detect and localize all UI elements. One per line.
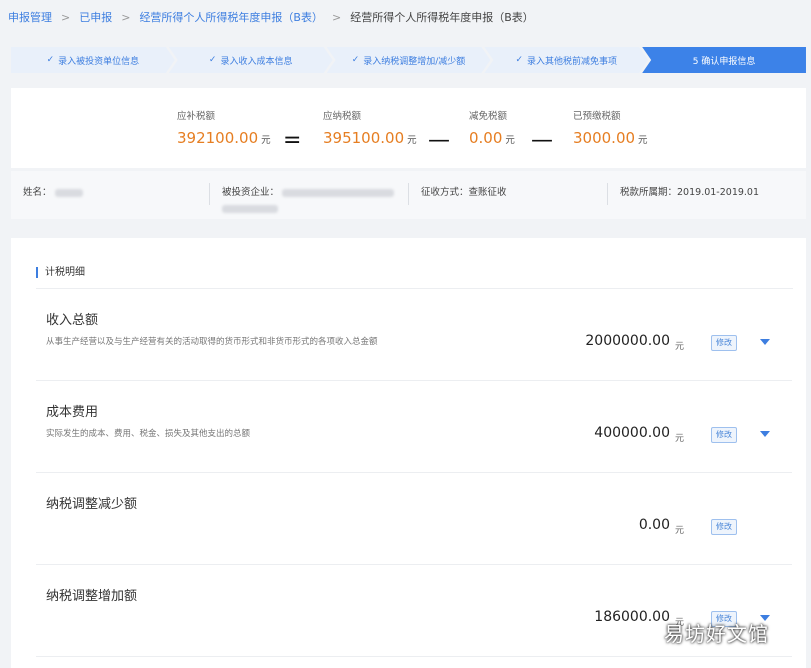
summary-tax-payable: 应纳税额 395100.00 元 <box>323 108 417 147</box>
step-label: 录入纳税调整增加/减少额 <box>363 56 466 67</box>
enterprise-label: 被投资企业： <box>222 187 280 198</box>
tax-detail-panel: 计税明细 收入总额 从事生产经营以及与生产经营有关的活动取得的货币形式和非货币形… <box>11 238 806 668</box>
step-label: 5 确认申报信息 <box>692 56 756 67</box>
breadcrumb-item-declared[interactable]: 已申报 <box>79 9 112 25</box>
taxpayer-name: 姓名： <box>23 184 83 198</box>
redacted-enterprise <box>282 188 395 197</box>
step-4-other-deductions[interactable]: ✓ 录入其他税前减免事项 <box>484 47 648 73</box>
row-unit: 元 <box>675 526 685 536</box>
detail-row-cost-expense: 成本费用 实际发生的成本、费用、税金、损失及其他支出的总额 400000.00 … <box>36 381 792 473</box>
redacted-name <box>54 188 83 197</box>
breadcrumb-separator: > <box>61 10 71 24</box>
row-title: 纳税调整减少额 <box>46 497 138 512</box>
period-label: 税款所属期： <box>620 187 678 198</box>
tax-summary-panel: 应补税额 392100.00 元 = 应纳税额 395100.00 元 — 减免税额… <box>11 88 806 168</box>
taxpayer-info-bar: 姓名： 被投资企业： 征收方式：查账征收 税款所属期：2019.01-2019.… <box>11 171 806 219</box>
edit-button[interactable]: 修改 <box>711 335 737 351</box>
summary-prepaid-tax: 已预缴税额 3000.00 元 <box>573 108 648 147</box>
step-5-confirm[interactable]: 5 确认申报信息 <box>642 47 806 73</box>
row-description: 实际发生的成本、费用、税金、损失及其他支出的总额 <box>46 429 251 439</box>
investee-enterprise: 被投资企业： <box>222 184 395 214</box>
collection-label: 征收方式： <box>421 187 469 198</box>
minus-operator: — <box>531 128 553 153</box>
detail-row-tax-adjustment-decrease: 纳税调整减少额 0.00 元 修改 <box>36 473 792 565</box>
summary-value: 395100.00 元 <box>323 129 417 147</box>
collection-value: 查账征收 <box>468 187 507 198</box>
row-title: 收入总额 <box>46 313 99 328</box>
step-label: 录入收入成本信息 <box>220 56 293 67</box>
tax-period: 税款所属期：2019.01-2019.01 <box>620 184 759 198</box>
step-label: 录入被投资单位信息 <box>58 56 140 67</box>
divider <box>607 183 608 205</box>
row-title: 纳税调整增加额 <box>46 589 138 604</box>
check-icon: ✓ <box>46 55 55 65</box>
redacted-enterprise <box>222 204 278 213</box>
row-amount: 400000.00 <box>594 425 670 441</box>
step-wizard: ✓ 录入被投资单位信息 ✓ 录入收入成本信息 ✓ 录入纳税调整增加/减少额 ✓ … <box>11 47 806 73</box>
breadcrumb-item-current: 经营所得个人所得税年度申报（B表） <box>350 11 534 24</box>
step-3-tax-adjustment[interactable]: ✓ 录入纳税调整增加/减少额 <box>327 47 491 73</box>
summary-tax-relief: 减免税额 0.00 元 <box>469 108 515 147</box>
step-2-income-cost[interactable]: ✓ 录入收入成本信息 <box>169 47 333 73</box>
breadcrumb-separator: > <box>121 10 131 24</box>
period-value: 2019.01-2019.01 <box>677 187 760 198</box>
equals-operator: = <box>283 128 302 153</box>
summary-value: 0.00 元 <box>469 129 515 147</box>
summary-label: 减免税额 <box>469 111 508 122</box>
row-amount: 0.00 <box>638 517 670 533</box>
check-icon: ✓ <box>515 55 524 65</box>
collection-method: 征收方式：查账征收 <box>421 184 507 198</box>
row-unit: 元 <box>675 342 685 352</box>
edit-button[interactable]: 修改 <box>711 427 737 443</box>
row-amount: 186000.00 <box>594 609 670 625</box>
row-amount: 2000000.00 <box>585 333 670 349</box>
check-icon: ✓ <box>351 55 360 65</box>
detail-row-total-income: 收入总额 从事生产经营以及与生产经营有关的活动取得的货币形式和非货币形式的各项收… <box>36 289 792 381</box>
summary-label: 已预缴税额 <box>573 111 621 122</box>
row-title: 成本费用 <box>46 405 99 420</box>
breadcrumb-separator: > <box>331 10 342 24</box>
minus-operator: — <box>428 128 450 153</box>
summary-value: 3000.00 元 <box>573 129 648 147</box>
chevron-down-icon[interactable] <box>760 339 770 345</box>
breadcrumb-item-declaration-management[interactable]: 申报管理 <box>8 9 52 25</box>
name-label: 姓名： <box>23 187 52 198</box>
watermark: 易坊好文馆 <box>664 622 769 646</box>
summary-value: 392100.00 元 <box>177 129 271 147</box>
step-1-investee-info[interactable]: ✓ 录入被投资单位信息 <box>11 47 175 73</box>
chevron-down-icon[interactable] <box>760 431 770 437</box>
divider <box>408 183 409 205</box>
breadcrumb: 申报管理 > 已申报 > 经营所得个人所得税年度申报（B表） > 经营所得个人所… <box>0 0 811 34</box>
section-title: 计税明细 <box>36 267 85 278</box>
row-description: 从事生产经营以及与生产经营有关的活动取得的货币形式和非货币形式的各项收入总金额 <box>46 337 378 347</box>
summary-label: 应纳税额 <box>323 111 362 122</box>
check-icon: ✓ <box>208 55 217 65</box>
row-unit: 元 <box>675 434 685 444</box>
divider <box>209 183 210 205</box>
summary-tax-payable-due: 应补税额 392100.00 元 <box>177 108 271 147</box>
edit-button[interactable]: 修改 <box>711 519 737 535</box>
breadcrumb-item-form-b[interactable]: 经营所得个人所得税年度申报（B表） <box>139 9 323 25</box>
step-label: 录入其他税前减免事项 <box>527 56 618 67</box>
summary-label: 应补税额 <box>177 111 216 122</box>
